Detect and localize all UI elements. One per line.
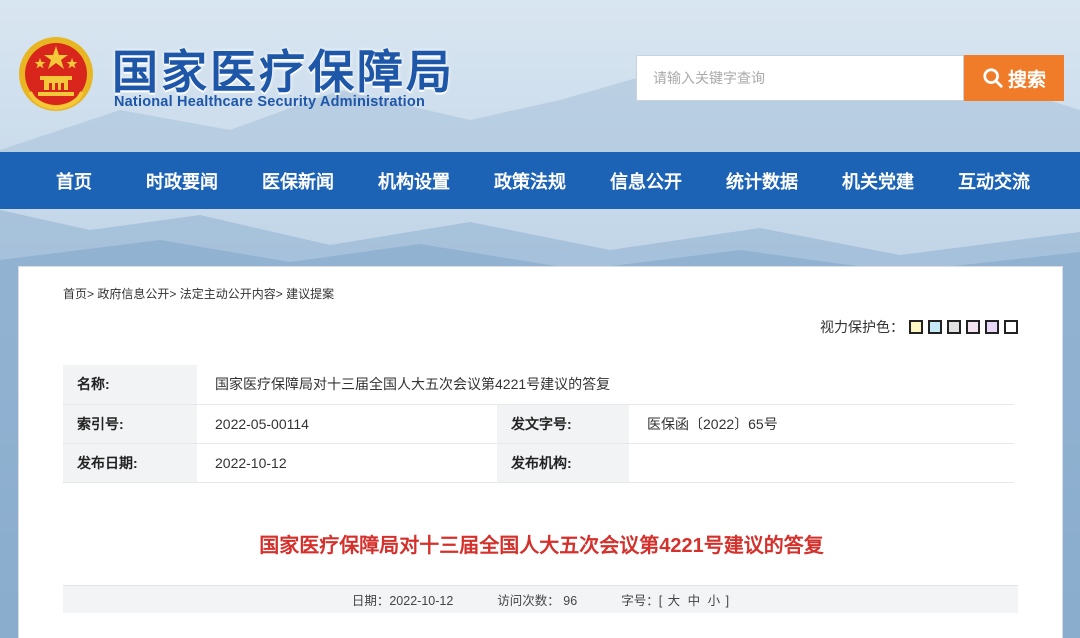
name-value: 国家医疗保障局对十三届全国人大五次会议第4221号建议的答复: [197, 365, 1014, 405]
breadcrumb-proposals[interactable]: 建议提案: [286, 287, 334, 301]
eye-protection-colors: 视力保护色：: [820, 317, 1018, 337]
search-button-label: 搜索: [1007, 69, 1046, 91]
name-label: 名称:: [63, 365, 197, 405]
doc-number-value: 医保函〔2022〕65号: [629, 404, 1014, 444]
publish-org-value: [629, 443, 1014, 483]
site-title[interactable]: 国家医疗保障局: [112, 36, 455, 102]
font-size-medium-button[interactable]: 中: [688, 594, 701, 608]
color-swatch-pink[interactable]: [966, 320, 980, 334]
search-input[interactable]: [636, 55, 964, 101]
font-size-small-button[interactable]: 小: [708, 594, 721, 608]
publish-date-value: 2022-10-12: [197, 443, 497, 483]
nav-item-party[interactable]: 机关党建: [820, 168, 936, 194]
nav-item-news[interactable]: 时政要闻: [124, 168, 240, 194]
search-icon: [983, 68, 1003, 88]
breadcrumb-gov-info[interactable]: 政府信息公开: [97, 287, 169, 301]
font-size-end: ]: [725, 594, 730, 608]
site-subtitle: National Healthcare Security Administrat…: [114, 94, 426, 110]
nav-item-home[interactable]: 首页: [24, 168, 124, 194]
color-swatch-yellow[interactable]: [909, 320, 923, 334]
table-row: 名称: 国家医疗保障局对十三届全国人大五次会议第4221号建议的答复: [63, 365, 1014, 405]
publish-date-label: 发布日期:: [63, 443, 197, 483]
eye-protection-label: 视力保护色：: [820, 319, 904, 335]
search-box: 搜索: [636, 55, 1064, 101]
document-info-table: 名称: 国家医疗保障局对十三届全国人大五次会议第4221号建议的答复 索引号: …: [63, 365, 1014, 483]
meta-visits: 访问次数： 96: [497, 594, 578, 608]
color-swatch-white[interactable]: [1004, 320, 1018, 334]
index-value: 2022-05-00114: [197, 404, 497, 444]
national-emblem-icon: [19, 37, 93, 111]
document-title: 国家医疗保障局对十三届全国人大五次会议第4221号建议的答复: [259, 535, 824, 557]
nav-item-policy[interactable]: 政策法规: [472, 168, 588, 194]
breadcrumb-separator: >: [87, 287, 95, 301]
font-size-large-button[interactable]: 大: [668, 594, 681, 608]
search-button[interactable]: 搜索: [964, 55, 1064, 101]
main-nav: 首页 时政要闻 医保新闻 机构设置 政策法规 信息公开 统计数据 机关党建 互动…: [0, 152, 1080, 209]
site-header: 国家医疗保障局 National Healthcare Security Adm…: [0, 0, 1080, 152]
nav-item-disclosure[interactable]: 信息公开: [588, 168, 704, 194]
color-swatch-gray[interactable]: [947, 320, 961, 334]
index-label: 索引号:: [63, 404, 197, 444]
font-size-label: 字号：[: [621, 594, 663, 608]
breadcrumb-home[interactable]: 首页: [63, 287, 87, 301]
breadcrumb-legal-disclosure[interactable]: 法定主动公开内容: [180, 287, 276, 301]
breadcrumb-separator: >: [169, 287, 177, 301]
publish-org-label: 发布机构:: [497, 443, 629, 483]
meta-date: 日期：2022-10-12: [351, 594, 454, 608]
doc-number-label: 发文字号:: [497, 404, 629, 444]
nav-item-organization[interactable]: 机构设置: [356, 168, 472, 194]
color-swatch-purple[interactable]: [985, 320, 999, 334]
table-row: 发布日期: 2022-10-12 发布机构:: [63, 443, 1014, 483]
nav-item-healthcare-news[interactable]: 医保新闻: [240, 168, 356, 194]
table-row: 索引号: 2022-05-00114 发文字号: 医保函〔2022〕65号: [63, 404, 1014, 444]
nav-item-interaction[interactable]: 互动交流: [936, 168, 1052, 194]
document-meta-bar: 日期：2022-10-12 访问次数： 96 字号：[ 大 中 小 ]: [63, 585, 1018, 613]
color-swatch-blue[interactable]: [928, 320, 942, 334]
font-size-control: 字号：[ 大 中 小 ]: [621, 590, 729, 609]
nav-item-statistics[interactable]: 统计数据: [704, 168, 820, 194]
breadcrumb: 首页> 政府信息公开> 法定主动公开内容> 建议提案: [63, 285, 334, 302]
content-card: 首页> 政府信息公开> 法定主动公开内容> 建议提案 视力保护色： 名称: 国家…: [18, 266, 1063, 638]
breadcrumb-separator: >: [275, 287, 283, 301]
